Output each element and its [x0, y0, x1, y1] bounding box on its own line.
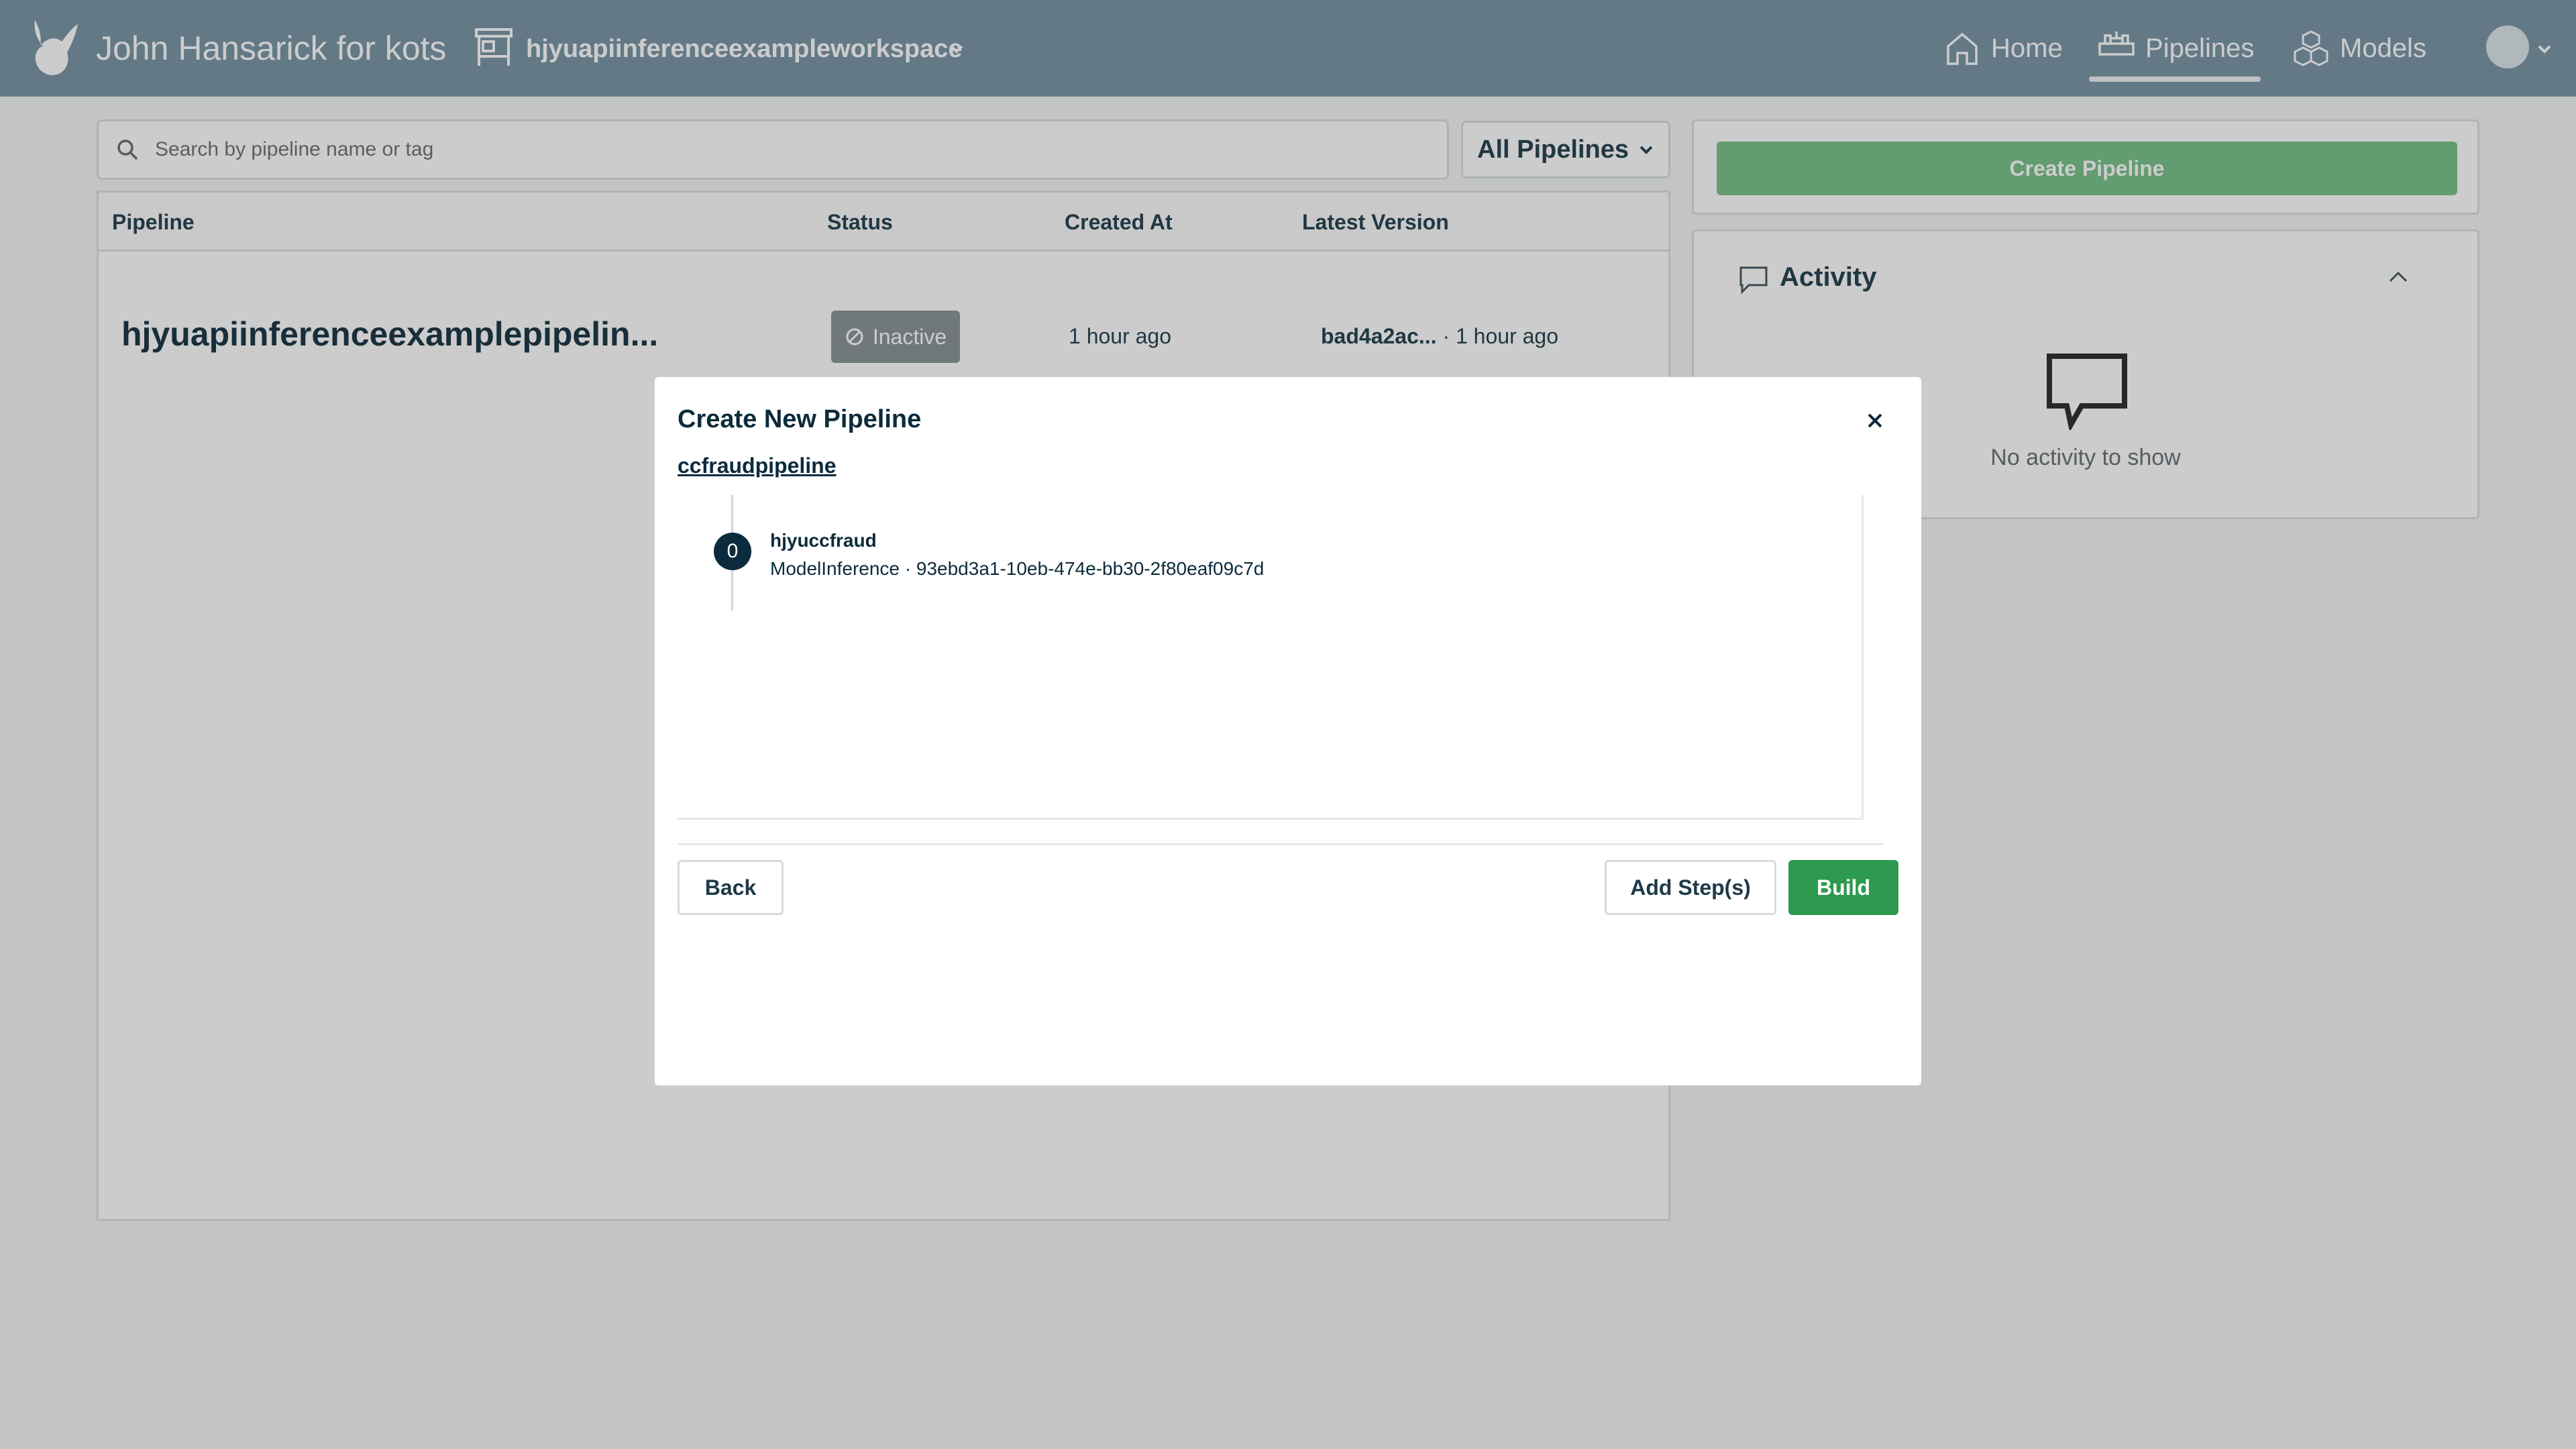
modal-title: Create New Pipeline: [678, 405, 922, 433]
step-name: hjyuccfraud: [770, 530, 877, 551]
pipeline-steps-list[interactable]: 0 hjyuccfraud ModelInference · 93ebd3a1-…: [678, 495, 1884, 845]
steps-scroll-area[interactable]: 0 hjyuccfraud ModelInference · 93ebd3a1-…: [678, 495, 1864, 820]
add-steps-button[interactable]: Add Step(s): [1605, 860, 1776, 915]
step-index-badge: 0: [714, 533, 751, 570]
modal-pipeline-name-link[interactable]: ccfraudpipeline: [678, 453, 837, 478]
create-pipeline-modal: Create New Pipeline ccfraudpipeline 0 hj…: [655, 377, 1921, 1085]
close-icon[interactable]: [1864, 409, 1886, 432]
back-button[interactable]: Back: [678, 860, 784, 915]
build-button[interactable]: Build: [1788, 860, 1898, 915]
step-detail: ModelInference · 93ebd3a1-10eb-474e-bb30…: [770, 558, 1265, 579]
